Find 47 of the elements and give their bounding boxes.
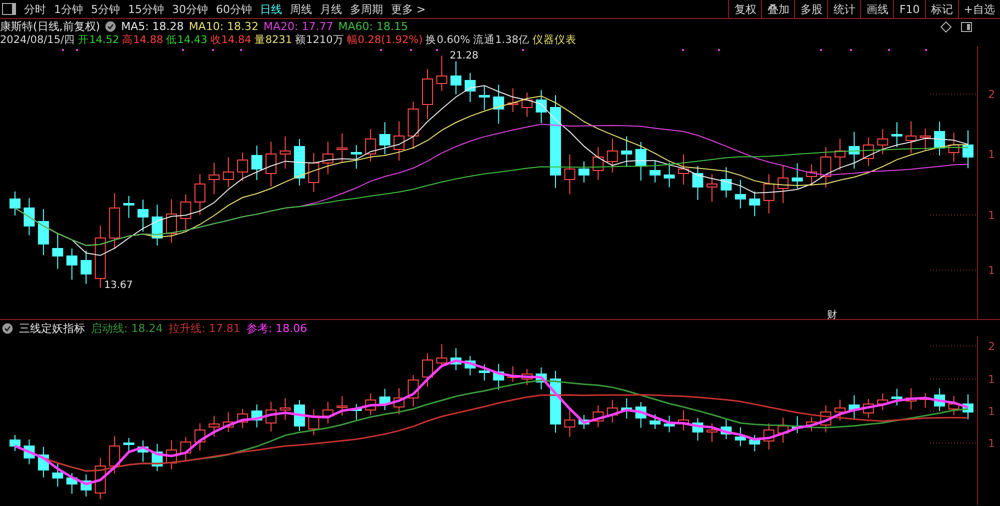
- period-tab[interactable]: 5分钟: [87, 0, 124, 18]
- quote-value: 开14.52: [78, 32, 120, 46]
- indicator-value: 拉升线: 17.81: [168, 320, 240, 336]
- axis-label: 2: [988, 340, 995, 353]
- axis-label: 1: [988, 264, 995, 277]
- quote-value: 仪器仪表: [532, 32, 576, 46]
- axis-label: 1: [988, 373, 995, 386]
- low-price-label: 13.67: [104, 280, 133, 291]
- period-tab[interactable]: 月线: [316, 0, 346, 18]
- period-tab[interactable]: 15分钟: [124, 0, 168, 18]
- toggle-icon[interactable]: [105, 21, 116, 32]
- high-price-label: 21.28: [450, 50, 478, 62]
- ma-value: MA20: 17.77: [264, 20, 334, 33]
- period-tab[interactable]: 30分钟: [168, 0, 212, 18]
- axis-label: 2: [988, 88, 995, 101]
- ma-value: MA10: 18.32: [188, 20, 259, 33]
- axis-label: 1: [988, 148, 995, 161]
- ma-value: MA5: 18.28: [121, 20, 184, 33]
- window-icon[interactable]: [2, 3, 16, 15]
- period-tab[interactable]: 分时: [20, 0, 50, 18]
- period-tab[interactable]: 1分钟: [50, 0, 87, 18]
- indicator-value: 启动线: 18.24: [91, 320, 163, 336]
- axis-label: 1: [988, 209, 995, 222]
- panel-icon[interactable]: [961, 22, 972, 32]
- quote-value: 流通1.38亿: [473, 32, 530, 46]
- event-marker[interactable]: 财: [827, 310, 837, 319]
- quote-value: 低14.43: [166, 32, 208, 46]
- period-tab[interactable]: 周线: [286, 0, 316, 18]
- period-tab[interactable]: 多周期: [346, 0, 387, 18]
- quote-value: 量8231: [254, 32, 292, 46]
- indicator-name: 三线定妖指标: [19, 320, 85, 336]
- quote-value: 收14.84: [210, 32, 252, 46]
- quote-value: 额1210万: [295, 32, 344, 46]
- stock-title: 康斯特(日线,前复权): [0, 19, 100, 34]
- quote-value: 换0.60%: [426, 32, 470, 46]
- period-tab[interactable]: 日线: [256, 0, 286, 18]
- diamond-icon[interactable]: [940, 20, 952, 32]
- indicator-value: 参考: 18.06: [246, 320, 308, 336]
- axis-label: 1: [988, 405, 995, 418]
- axis-label: 1: [988, 437, 995, 450]
- period-tab[interactable]: 更多 >: [387, 0, 430, 18]
- quote-value: 2024/08/15/四: [0, 32, 76, 46]
- period-tab[interactable]: 60分钟: [212, 0, 256, 18]
- ma-value: MA60: 18.15: [338, 20, 408, 33]
- quote-value: 幅0.28(1.92%): [346, 32, 423, 46]
- quote-value: 高14.88: [122, 32, 164, 46]
- toggle-icon[interactable]: [2, 322, 13, 334]
